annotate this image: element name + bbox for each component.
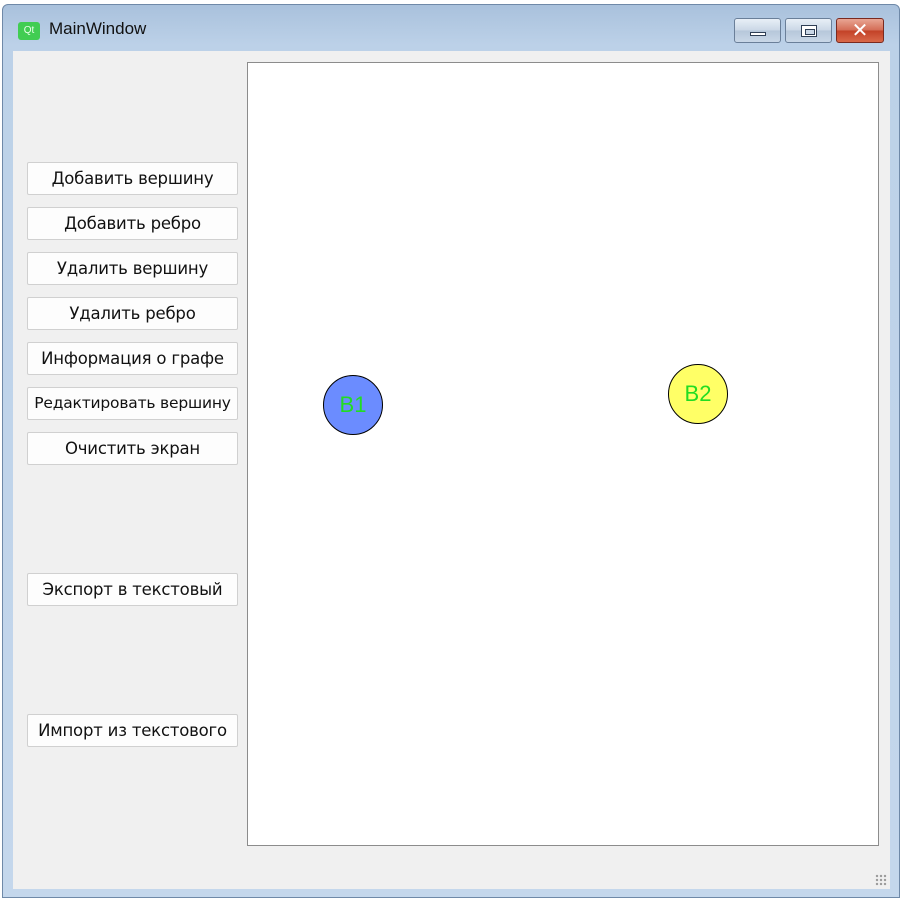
maximize-button[interactable] [785, 18, 832, 43]
vertex-v1[interactable]: В1 [323, 375, 383, 435]
graph-canvas[interactable]: В1 В2 [247, 62, 879, 846]
window-title: MainWindow [49, 19, 147, 38]
vertex-v2[interactable]: В2 [668, 364, 728, 424]
add-edge-button[interactable]: Добавить ребро [27, 207, 238, 240]
resize-grip-icon[interactable] [875, 874, 887, 886]
qt-logo-icon: Qt [18, 22, 40, 40]
graph-info-button[interactable]: Информация о графе [27, 342, 238, 375]
close-icon: ✕ [851, 18, 869, 42]
minimize-icon [750, 32, 766, 36]
export-text-button[interactable]: Экспорт в текстовый [27, 573, 238, 606]
title-bar[interactable]: Qt MainWindow ✕ [3, 5, 899, 51]
close-button[interactable]: ✕ [836, 18, 884, 43]
maximize-icon [801, 25, 817, 37]
main-window: Qt MainWindow ✕ Добавить вершину Добавит… [2, 4, 900, 898]
central-widget: Добавить вершину Добавить ребро Удалить … [13, 51, 890, 889]
clear-screen-button[interactable]: Очистить экран [27, 432, 238, 465]
edit-vertex-button[interactable]: Редактировать вершину [27, 387, 238, 420]
delete-edge-button[interactable]: Удалить ребро [27, 297, 238, 330]
import-text-button[interactable]: Импорт из текстового [27, 714, 238, 747]
delete-vertex-button[interactable]: Удалить вершину [27, 252, 238, 285]
minimize-button[interactable] [734, 18, 781, 43]
add-vertex-button[interactable]: Добавить вершину [27, 162, 238, 195]
